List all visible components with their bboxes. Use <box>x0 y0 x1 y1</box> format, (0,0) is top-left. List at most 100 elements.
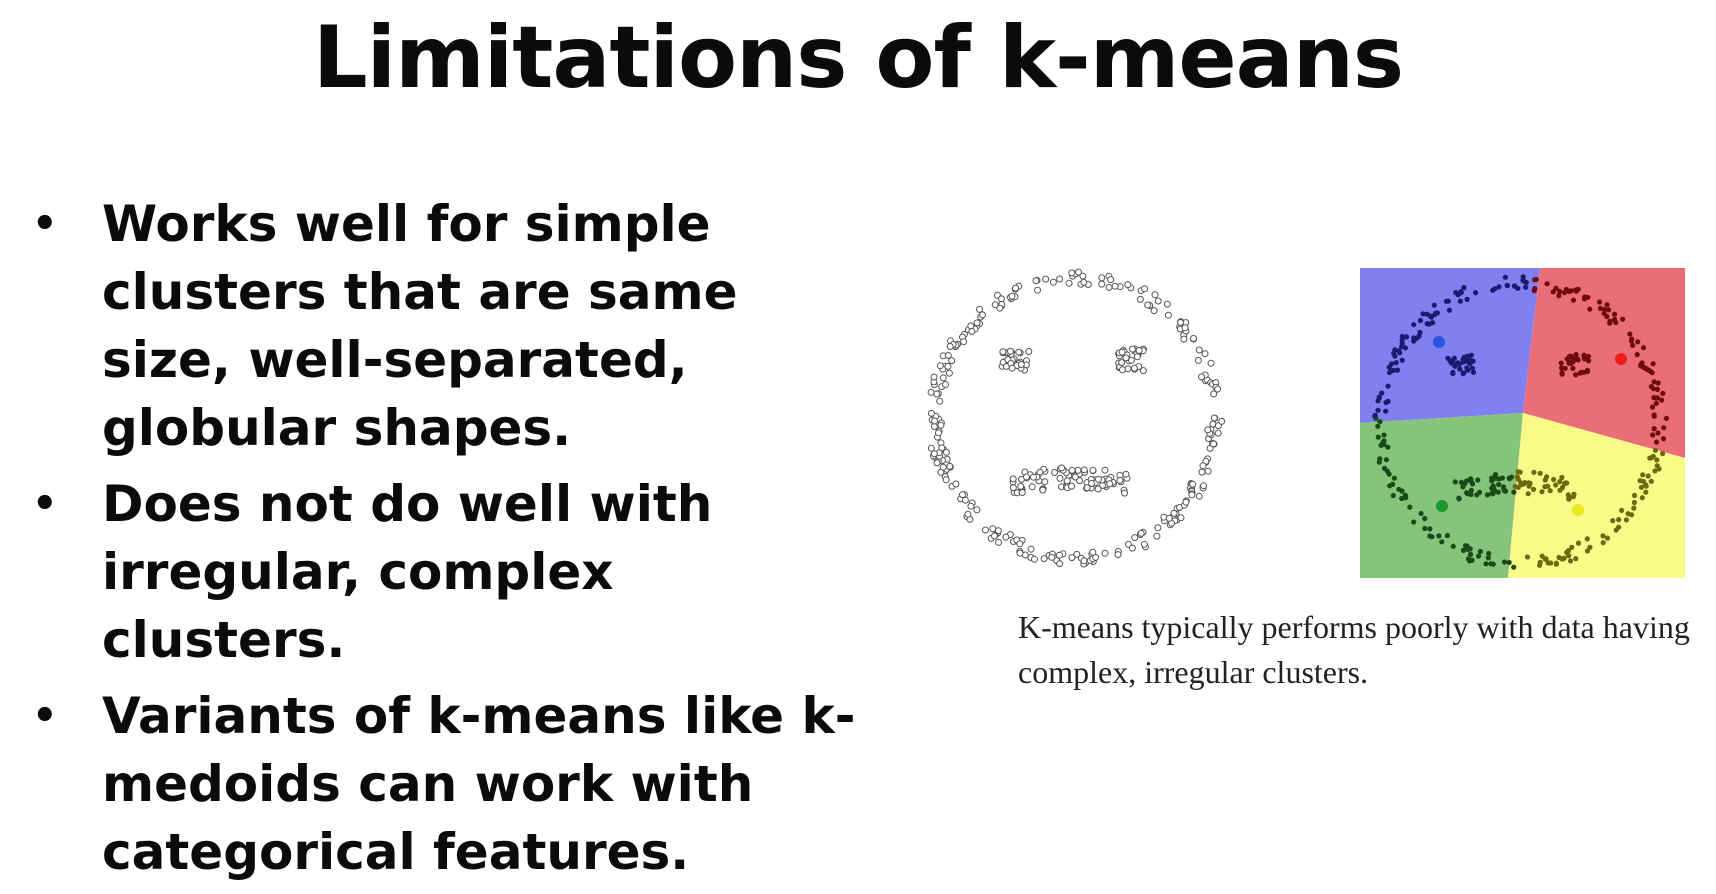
cluster-point <box>1648 384 1654 390</box>
cluster-point <box>1436 533 1442 539</box>
cluster-point <box>1385 398 1391 404</box>
scatter-point <box>1195 346 1203 354</box>
cluster-point <box>1465 546 1471 552</box>
scatter-point <box>995 538 1002 546</box>
cluster-point <box>1524 554 1531 560</box>
cluster-point <box>1659 397 1665 403</box>
cluster-point <box>1376 459 1382 465</box>
cluster-point <box>1573 556 1579 562</box>
scatter-point <box>1094 475 1102 483</box>
bullet-text-1: Works well for simple clusters that are … <box>102 195 738 457</box>
cluster-point <box>1532 286 1538 292</box>
cluster-point <box>1381 441 1387 448</box>
cluster-point <box>1465 359 1471 365</box>
cluster-point <box>1470 369 1477 375</box>
cluster-point <box>1558 360 1564 366</box>
scatter-point <box>1133 353 1141 361</box>
scatter-point <box>939 374 947 382</box>
cluster-point <box>1584 536 1590 542</box>
cluster-point <box>1399 488 1405 494</box>
cluster-point <box>1604 535 1611 541</box>
cluster-point <box>1381 465 1388 471</box>
cluster-point <box>1417 329 1423 336</box>
cluster-point <box>1411 335 1417 341</box>
scatter-point <box>1025 348 1033 355</box>
cluster-point <box>1467 551 1474 557</box>
slide-title: Limitations of k-means <box>312 8 1404 108</box>
scatter-point <box>1195 492 1203 500</box>
cluster-point <box>1612 311 1618 317</box>
cluster-point <box>1539 553 1545 559</box>
cluster-point <box>1445 355 1451 361</box>
cluster-point <box>1468 478 1474 484</box>
scatter-point <box>1198 373 1205 381</box>
cluster-point <box>1504 283 1511 289</box>
cluster-point <box>1477 548 1483 555</box>
cluster-point <box>1570 297 1577 303</box>
cluster-point <box>1637 478 1643 484</box>
figure-caption: K-means typically performs poorly with d… <box>1018 609 1690 690</box>
cluster-point <box>1424 321 1430 327</box>
scatter-point <box>1116 476 1124 484</box>
cluster-point <box>1383 457 1389 463</box>
cluster-point <box>1461 370 1467 376</box>
cluster-point <box>1660 390 1666 396</box>
cluster-point <box>1525 491 1531 497</box>
scatter-point <box>1080 278 1088 286</box>
scatter-point <box>952 480 960 488</box>
cluster-point <box>1399 333 1405 339</box>
scatter-point <box>996 304 1004 312</box>
cluster-point <box>1586 358 1592 364</box>
cluster-point <box>1559 370 1565 376</box>
bullet-item-1: • Works well for simple clusters that ar… <box>22 190 872 462</box>
cluster-point <box>1450 369 1456 376</box>
cluster-point <box>1389 361 1395 367</box>
cluster-point <box>1651 426 1657 432</box>
scatter-point <box>1018 489 1026 496</box>
cluster-point <box>1643 489 1649 495</box>
cluster-point <box>1422 516 1428 522</box>
cluster-point <box>1506 559 1512 566</box>
cluster-point <box>1542 477 1548 483</box>
cluster-point <box>1537 470 1543 476</box>
cluster-point <box>1620 316 1626 322</box>
smiley-scatter-unclustered-figure <box>927 268 1226 568</box>
scatter-point <box>938 444 946 452</box>
scatter-point <box>1036 468 1044 476</box>
scatter-point <box>946 462 954 470</box>
cluster-point <box>1490 561 1496 567</box>
scatter-point <box>1017 482 1025 490</box>
cluster-point <box>1496 476 1502 482</box>
bullet-icon: • <box>32 201 58 247</box>
cluster-point <box>1457 366 1463 372</box>
cluster-point <box>1551 476 1557 483</box>
scatter-point <box>1122 354 1130 362</box>
cluster-point <box>1446 307 1452 313</box>
scatter-point <box>1124 365 1132 373</box>
scatter-point <box>1210 440 1217 448</box>
cluster-point <box>1559 365 1565 371</box>
scatter-point <box>1188 491 1196 499</box>
cluster-point <box>1385 383 1391 389</box>
cluster-point <box>1376 395 1382 401</box>
cluster-point <box>1489 475 1495 481</box>
cluster-point <box>1418 510 1424 517</box>
cluster-point <box>1468 352 1474 358</box>
cluster-point <box>1393 360 1399 366</box>
scatter-point <box>1130 364 1138 372</box>
cluster-point <box>1432 311 1438 317</box>
cluster-point <box>1512 483 1518 490</box>
scatter-point <box>945 369 953 377</box>
cluster-point <box>1616 517 1622 523</box>
cluster-point <box>1464 490 1470 496</box>
scatter-point <box>968 328 976 335</box>
scatter-point <box>1190 335 1197 342</box>
cluster-point <box>1635 339 1641 345</box>
scatter-point <box>959 491 966 499</box>
cluster-point <box>1654 386 1660 392</box>
cluster-point <box>1460 484 1466 490</box>
cluster-point <box>1456 361 1462 367</box>
scatter-point <box>1153 532 1161 540</box>
centroid-green <box>1436 500 1448 512</box>
cluster-point <box>1568 558 1574 564</box>
